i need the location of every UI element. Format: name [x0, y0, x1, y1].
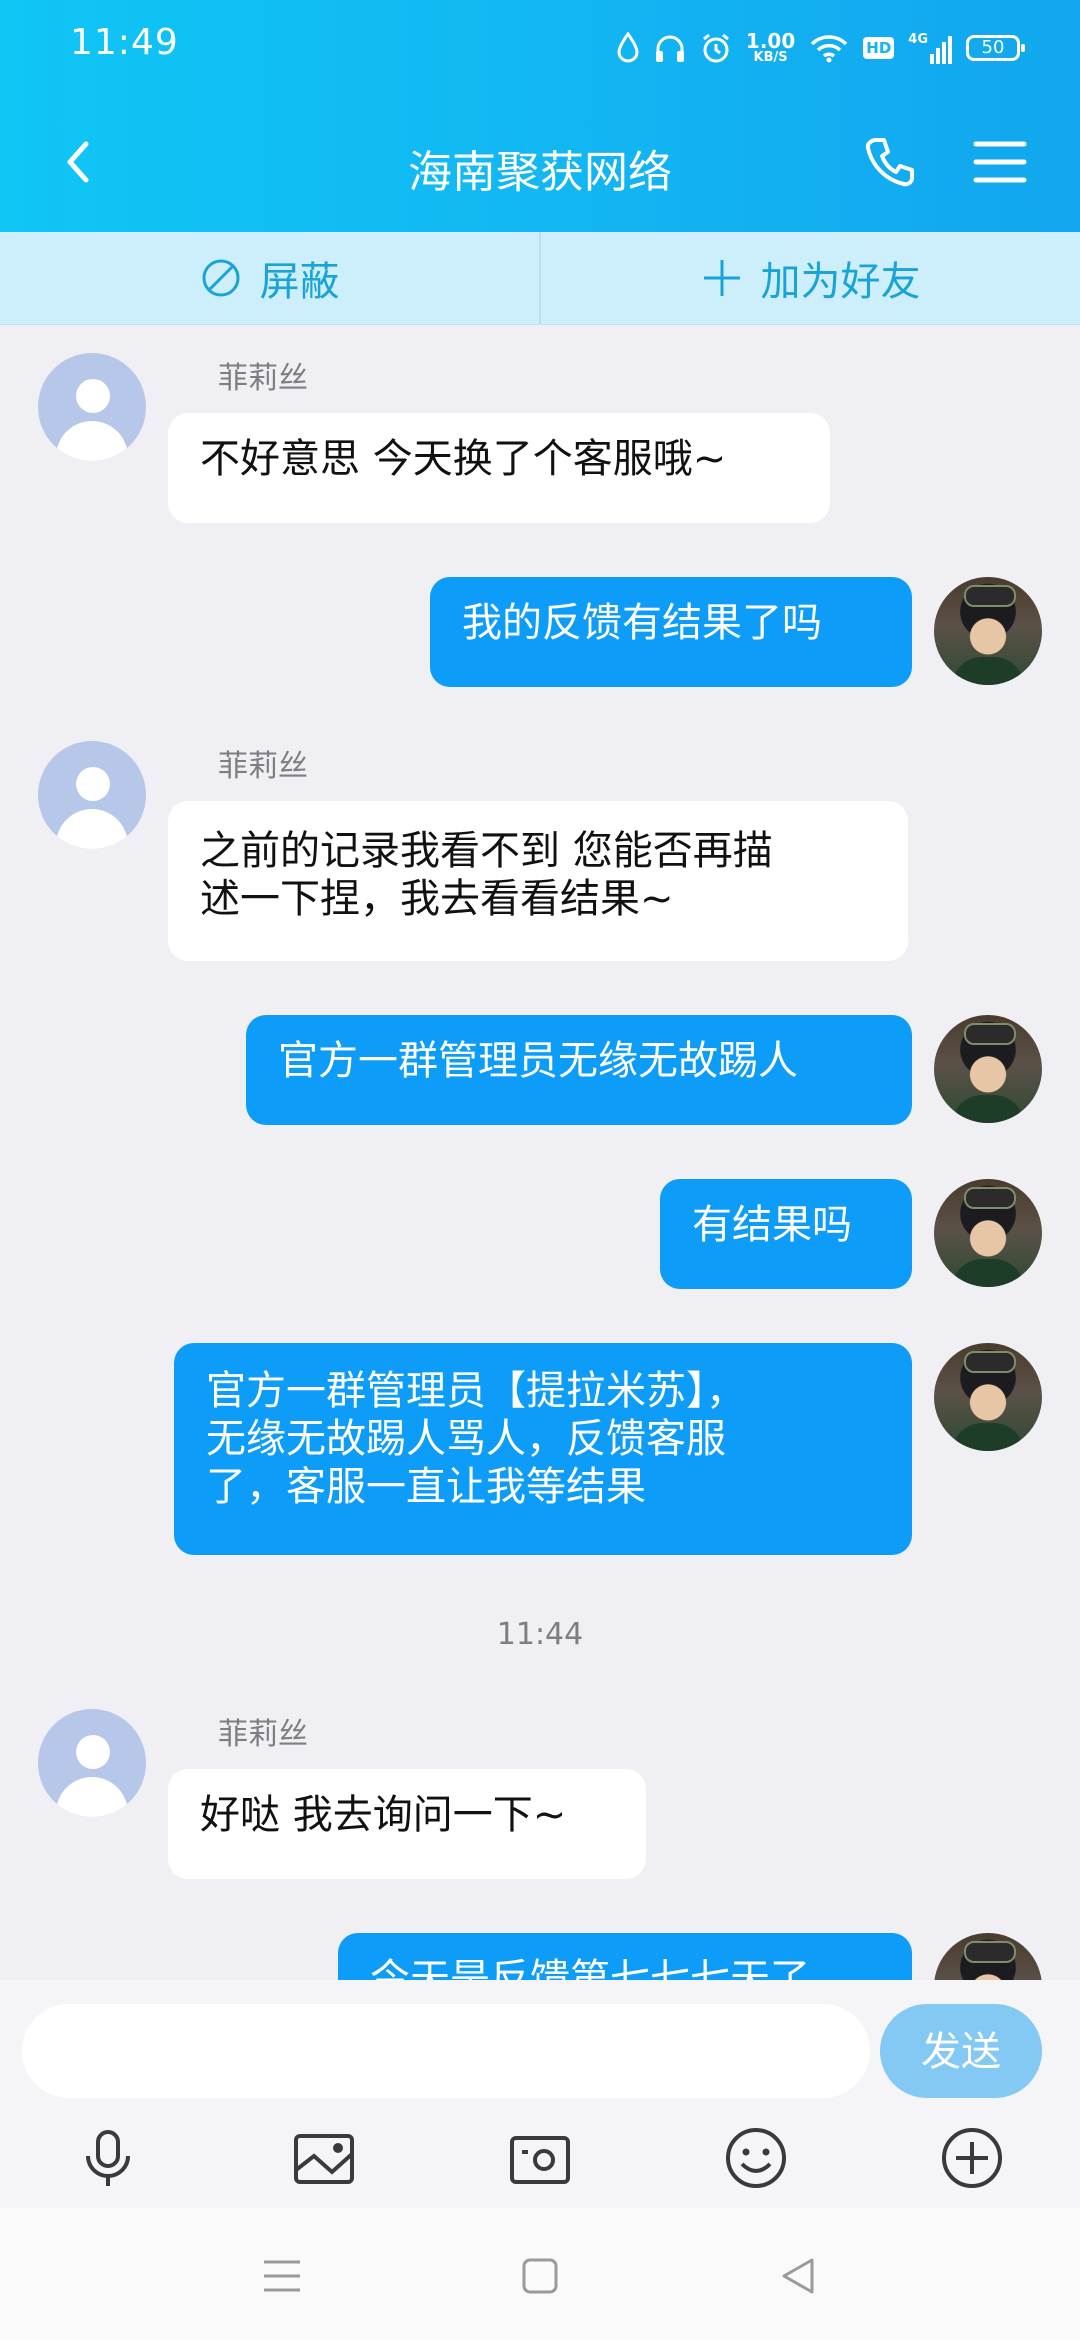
signal-bar	[948, 36, 952, 64]
avatar[interactable]	[934, 1015, 1042, 1123]
signal-indicator: 4G	[908, 32, 952, 64]
send-button[interactable]: 发送	[880, 2004, 1042, 2098]
message-line: 官方一群管理员【提拉米苏】，	[206, 1368, 746, 1414]
composer-toolbar	[0, 2108, 1080, 2208]
avatar[interactable]	[38, 741, 146, 849]
message-bubble-outgoing[interactable]: 今天是反馈第七七七天了	[338, 1933, 912, 1980]
sender-name: 菲莉丝	[218, 1717, 308, 1752]
message-line: 了，客服一直让我等结果	[206, 1464, 646, 1510]
avatar[interactable]	[934, 1343, 1042, 1451]
block-label: 屏蔽	[259, 259, 340, 305]
net-speed-value: 1.00	[745, 29, 796, 53]
sender-name: 菲莉丝	[218, 361, 308, 396]
drop-icon	[617, 32, 639, 63]
avatar[interactable]	[934, 1179, 1042, 1287]
menu-button[interactable]	[972, 136, 1028, 188]
wifi-icon	[811, 35, 848, 63]
avatar[interactable]	[934, 1933, 1042, 1980]
message-bubble-incoming[interactable]: 好哒 我去询问一下~	[168, 1769, 646, 1879]
sender-name: 菲莉丝	[218, 749, 308, 784]
nav-bar: 海南聚获网络	[0, 94, 1080, 232]
message-bubble-outgoing[interactable]: 我的反馈有结果了吗	[430, 577, 912, 687]
block-icon	[202, 259, 239, 297]
chat-messages[interactable]: 菲莉丝 不好意思 今天换了个客服哦~ 我的反馈有结果了吗 菲莉丝 之前的记录我看…	[0, 325, 1080, 1980]
status-bar: 11:49 1.00 KB/S HD 4G 50	[0, 0, 1080, 94]
block-button[interactable]: 屏蔽	[0, 232, 539, 324]
voice-button[interactable]	[76, 2126, 140, 2190]
plus-circle-icon	[942, 2128, 1002, 2188]
add-friend-label: 加为好友	[760, 259, 921, 305]
signal-bar	[942, 42, 946, 64]
stranger-action-bar: 屏蔽 加为好友	[0, 232, 1080, 325]
message-line: 之前的记录我看不到 您能否再描	[200, 828, 773, 874]
image-icon	[294, 2134, 354, 2184]
status-icons: 1.00 KB/S HD 4G 50	[616, 28, 1025, 68]
message-input[interactable]	[22, 2004, 870, 2098]
signal-bar	[930, 54, 934, 64]
avatar[interactable]	[38, 1709, 146, 1817]
battery-indicator: 50	[966, 35, 1025, 61]
message-bubble-outgoing[interactable]: 官方一群管理员无缘无故踢人	[246, 1015, 912, 1125]
message-bubble-incoming[interactable]: 不好意思 今天换了个客服哦~	[168, 413, 830, 523]
camera-button[interactable]	[508, 2126, 572, 2190]
emoji-button[interactable]	[724, 2126, 788, 2190]
alarm-icon	[702, 33, 729, 63]
hd-badge: HD	[863, 37, 895, 59]
status-time: 11:49	[70, 22, 179, 63]
home-button[interactable]	[518, 2254, 562, 2298]
more-button[interactable]	[940, 2126, 1004, 2190]
message-line: 述一下捏，我去看看结果~	[200, 876, 674, 922]
message-bubble-outgoing[interactable]: 有结果吗	[660, 1179, 912, 1289]
phone-icon	[865, 138, 914, 187]
plus-icon	[703, 260, 740, 296]
message-line: 无缘无故踢人骂人，反馈客服	[206, 1416, 726, 1462]
recent-apps-button[interactable]	[260, 2254, 304, 2298]
composer: 发送	[0, 1980, 1080, 2208]
headphones-icon	[655, 35, 684, 62]
top-header: 11:49 1.00 KB/S HD 4G 50 海南聚获网络	[0, 0, 1080, 232]
add-friend-button[interactable]: 加为好友	[541, 232, 1080, 324]
avatar[interactable]	[934, 577, 1042, 685]
message-timestamp: 11:44	[496, 1617, 584, 1652]
call-button[interactable]	[862, 134, 918, 190]
gallery-button[interactable]	[292, 2126, 356, 2190]
microphone-icon	[86, 2130, 130, 2186]
signal-label: 4G	[908, 32, 928, 47]
net-speed: 1.00 KB/S	[746, 31, 795, 65]
camera-icon	[510, 2136, 570, 2184]
signal-bar	[936, 48, 940, 64]
avatar[interactable]	[38, 353, 146, 461]
net-speed-unit: KB/S	[753, 50, 788, 65]
emoji-icon	[726, 2128, 786, 2188]
chat-title: 海南聚获网络	[408, 147, 672, 198]
recent-apps-icon	[264, 2260, 300, 2292]
message-bubble-outgoing[interactable]: 官方一群管理员【提拉米苏】， 无缘无故踢人骂人，反馈客服 了，客服一直让我等结果	[174, 1343, 912, 1555]
system-back-button[interactable]	[776, 2254, 820, 2298]
system-navigation-bar	[0, 2208, 1080, 2340]
home-icon	[522, 2258, 558, 2294]
back-icon	[782, 2258, 814, 2294]
hamburger-menu-icon	[973, 141, 1027, 183]
message-bubble-incoming[interactable]: 之前的记录我看不到 您能否再描 述一下捏，我去看看结果~	[168, 801, 908, 961]
